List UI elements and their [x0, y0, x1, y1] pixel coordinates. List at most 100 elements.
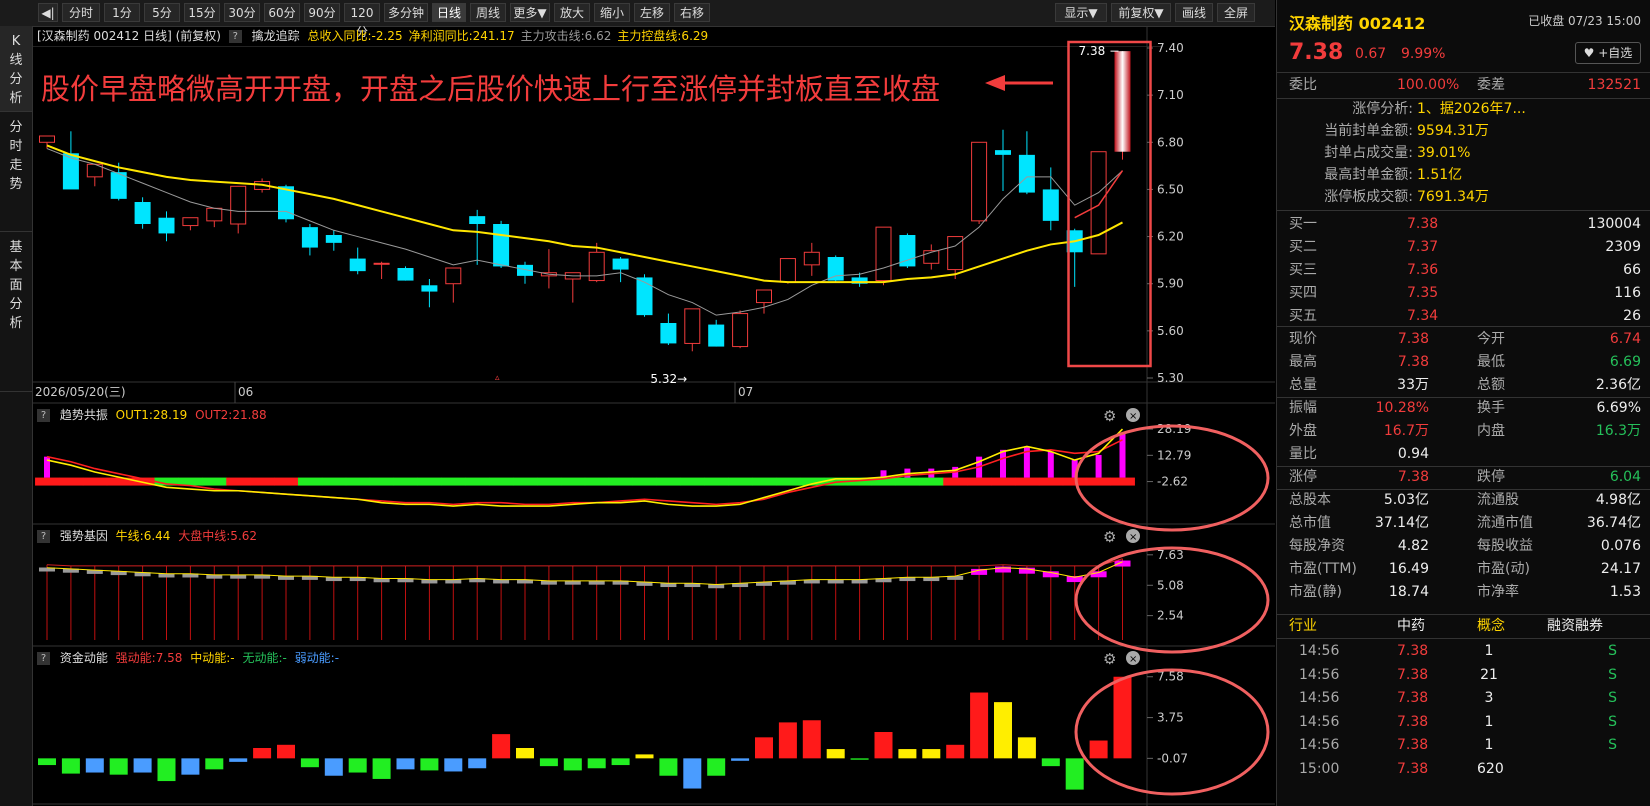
- fund-bar: [611, 758, 630, 766]
- limit-info-value: 7691.34万: [1417, 189, 1489, 205]
- stat-label: 总量: [1289, 377, 1317, 393]
- period-button-9[interactable]: 日线: [432, 3, 466, 22]
- chart-area[interactable]: [汉森制药 002412 日线] (前复权) ? 擒龙追踪 总收入同比:-2.2…: [33, 26, 1275, 806]
- trend-strip-cell: [226, 477, 251, 486]
- resonance-bar: [1000, 449, 1006, 478]
- settings-gear-icon[interactable]: ⚙: [1103, 407, 1116, 425]
- trend-strip-cell: [35, 477, 60, 486]
- candle-body: [756, 289, 772, 304]
- fund-bar: [109, 758, 128, 775]
- resonance-bar: [1119, 432, 1126, 478]
- price-tick-label: 5.90: [1157, 277, 1184, 291]
- fund-bar: [755, 737, 773, 759]
- fund-bar: [1017, 737, 1036, 759]
- trend-strip-cell: [1110, 477, 1135, 486]
- period-button-12[interactable]: 放大: [554, 3, 590, 22]
- candle-body: [660, 323, 677, 344]
- period-button-5[interactable]: 60分: [264, 3, 300, 22]
- stat-value: 36.74亿: [1586, 515, 1641, 531]
- kline-chart-svg[interactable]: 7.40 7.10 6.80 6.50 6.20 5.90 5.60 5.30 2026/05/…: [33, 26, 1275, 806]
- candle-body: [1042, 189, 1059, 221]
- tick-side: S: [1608, 737, 1617, 753]
- bid-price: 7.34: [1407, 308, 1439, 324]
- limit-info-value: 1.51亿: [1417, 167, 1463, 183]
- stat-label: 市盈(静): [1289, 584, 1342, 600]
- trend-strip-cell: [250, 477, 275, 486]
- weibi-row: 委比 100.00% 委差 132521: [1277, 73, 1650, 97]
- period-button-15[interactable]: 右移: [674, 3, 710, 22]
- stat-label: 内盘: [1477, 423, 1505, 439]
- collapse-icon[interactable]: ◀|: [38, 3, 58, 22]
- date-axis-label: 07: [738, 385, 753, 399]
- candle-body: [636, 277, 653, 316]
- candle-body: [39, 135, 55, 143]
- tick-volume: 1: [1484, 713, 1494, 730]
- add-favorite-button[interactable]: ♥ +自选: [1575, 42, 1641, 64]
- tick-time: 14:56: [1299, 713, 1340, 730]
- limit-info-value: 9594.31万: [1417, 123, 1489, 139]
- period-button-7[interactable]: 120分: [344, 3, 380, 39]
- tick-time: 15:00: [1299, 760, 1340, 777]
- tab-kline[interactable]: K线分析: [0, 26, 32, 112]
- period-button-13[interactable]: 缩小: [594, 3, 630, 22]
- tick-row: 14:56 7.38 21 S: [1277, 664, 1650, 687]
- period-button-14[interactable]: 左移: [634, 3, 670, 22]
- stat-value: 4.82: [1397, 538, 1429, 554]
- fund-bar: [1113, 676, 1132, 759]
- period-button-1[interactable]: 1分: [104, 3, 140, 22]
- price-tick-label: 7.10: [1157, 88, 1184, 102]
- info-tab-0[interactable]: 行业: [1289, 614, 1317, 638]
- candle-body: [397, 268, 414, 281]
- period-button-10[interactable]: 周线: [470, 3, 506, 22]
- fund-bar: [372, 758, 391, 779]
- fund-bar: [157, 758, 176, 782]
- last-price: 7.38: [1289, 40, 1344, 65]
- candle-body: [779, 258, 796, 283]
- period-button-6[interactable]: 90分: [304, 3, 340, 22]
- tick-row: 15:00 7.38 620: [1277, 758, 1650, 781]
- close-x-glyph: ×: [1129, 654, 1137, 665]
- stat-value: 24.17: [1600, 561, 1641, 577]
- toolbar-right-button-2[interactable]: 画线: [1175, 3, 1213, 22]
- bid-price: 7.37: [1407, 239, 1439, 255]
- limit-info-row: 涨停分析: 1、据2026年7...: [1277, 98, 1650, 120]
- period-button-3[interactable]: 15分: [184, 3, 220, 22]
- toolbar-right-button-1[interactable]: 前复权▼: [1111, 3, 1171, 22]
- fund-bar: [229, 758, 248, 762]
- tab-timeshare[interactable]: 分时走势: [0, 112, 32, 232]
- period-button-8[interactable]: 多分钟: [384, 3, 428, 22]
- info-tab-2[interactable]: 概念: [1477, 614, 1505, 638]
- candle-body: [803, 251, 820, 266]
- period-button-4[interactable]: 30分: [224, 3, 260, 22]
- info-tab-3[interactable]: 融资融券: [1547, 614, 1603, 638]
- settings-gear-icon[interactable]: ⚙: [1103, 528, 1116, 546]
- period-button-0[interactable]: 分时: [62, 3, 100, 22]
- stat-value: 6.69: [1609, 354, 1641, 370]
- toolbar-right-button-0[interactable]: 显示▼: [1055, 3, 1107, 22]
- gene-top-line: [46, 558, 1123, 567]
- vtab-char: 分: [9, 72, 23, 87]
- panel2-tick-label: 28.19: [1157, 422, 1191, 436]
- candle-body: [1114, 51, 1131, 152]
- vtab-char: 面: [9, 278, 23, 293]
- stat-label: 换手: [1477, 400, 1505, 416]
- settings-gear-icon[interactable]: ⚙: [1103, 650, 1116, 668]
- fund-bar: [707, 758, 726, 776]
- info-tab-1[interactable]: 中药: [1397, 614, 1425, 638]
- tab-fundamental[interactable]: 基本面分析: [0, 232, 32, 392]
- tick-time: 14:56: [1299, 690, 1340, 706]
- period-button-2[interactable]: 5分: [144, 3, 180, 22]
- close-x-glyph: ×: [1129, 411, 1137, 422]
- tick-volume: 21: [1480, 666, 1498, 683]
- weibi-label: 委比: [1289, 77, 1317, 93]
- fund-bar: [492, 734, 511, 759]
- stat-value: 10.28%: [1375, 400, 1429, 416]
- tick-price: 7.38: [1397, 760, 1429, 777]
- left-view-tabs: K线分析 分时走势 基本面分析: [0, 26, 33, 806]
- trend-strip-cell: [704, 477, 729, 486]
- candle-body: [612, 258, 629, 270]
- limit-info-row: 封单占成交量: 39.01%: [1277, 142, 1650, 164]
- period-button-11[interactable]: 更多▼: [510, 3, 550, 22]
- toolbar-right-button-3[interactable]: 全屏: [1217, 3, 1255, 22]
- bid-label: 买一: [1289, 216, 1317, 232]
